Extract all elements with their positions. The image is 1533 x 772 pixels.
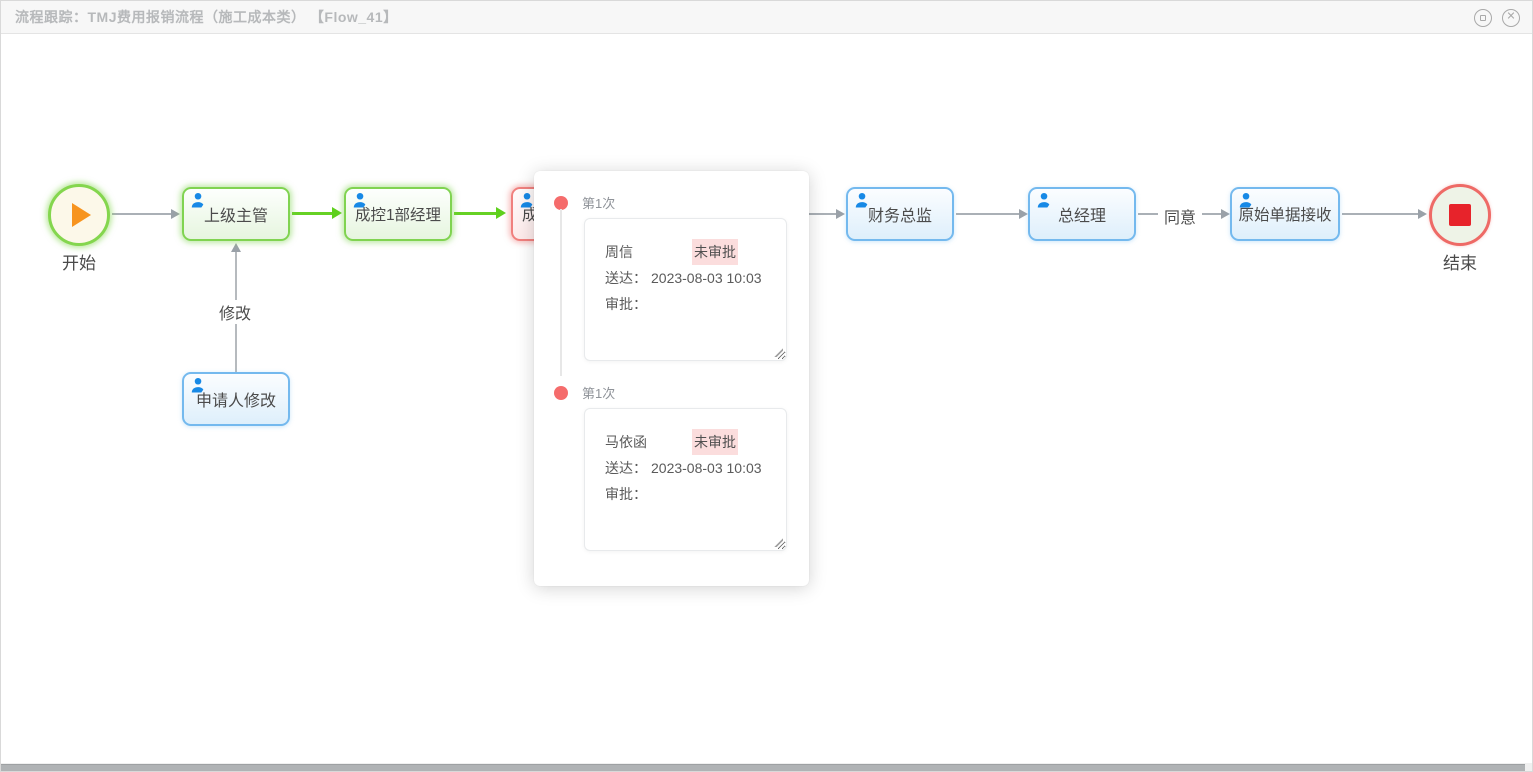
- timeline-dot: [554, 196, 568, 210]
- flow-canvas: 同意 修改 开始 结束 上级主管 成控1部经理 成控2部经理: [1, 35, 1532, 763]
- person-icon: [1237, 192, 1254, 209]
- approval-entry: 第1次 马依函 未审批 送达：2023-08-03 10:03 审批：: [534, 361, 809, 551]
- flow-node-superior[interactable]: 上级主管: [182, 187, 290, 241]
- flow-node-costctrl1[interactable]: 成控1部经理: [344, 187, 452, 241]
- stop-icon: [1449, 204, 1471, 226]
- close-icon: ✕: [1506, 12, 1515, 23]
- flow-node-finance[interactable]: 财务总监: [846, 187, 954, 241]
- flow-node-gm[interactable]: 总经理: [1028, 187, 1136, 241]
- person-icon: [518, 192, 535, 209]
- approval-history-popup: 第1次 周信 未审批 送达：2023-08-03 10:03 审批：: [534, 171, 809, 586]
- end-node[interactable]: [1429, 184, 1491, 246]
- approver-row: 周信 未审批: [605, 239, 786, 265]
- delivered-time: 2023-08-03 10:03: [651, 460, 762, 476]
- edge-start-superior-arrowhead: [171, 209, 180, 219]
- status-badge: 未审批: [692, 429, 738, 455]
- edge-gm-receipt-arrowhead: [1221, 209, 1230, 219]
- person-icon: [853, 192, 870, 209]
- play-icon: [72, 203, 91, 227]
- approve-row: 审批：: [605, 481, 786, 507]
- person-icon: [189, 192, 206, 209]
- approval-entry-header: 第1次: [554, 193, 809, 212]
- round-label: 第1次: [582, 383, 615, 402]
- edge-start-superior: [112, 213, 172, 215]
- edge-superior-costctrl1-arrowhead: [332, 207, 342, 219]
- delivered-row: 送达：2023-08-03 10:03: [605, 455, 786, 481]
- horizontal-scrollbar[interactable]: [1, 763, 1532, 771]
- approve-row: 审批：: [605, 291, 786, 317]
- approver-name: 马依函: [605, 434, 647, 450]
- node-label: 申请人修改: [196, 387, 276, 411]
- person-icon: [189, 377, 206, 394]
- approval-entry-header: 第1次: [554, 383, 809, 402]
- close-button[interactable]: ✕: [1502, 9, 1520, 27]
- edge-costctrl2-finance-arrowhead: [836, 209, 845, 219]
- edge-receipt-end: [1342, 213, 1419, 215]
- node-label: 总经理: [1058, 202, 1106, 226]
- start-node[interactable]: [48, 184, 110, 246]
- status-badge: 未审批: [692, 239, 738, 265]
- resize-handle-icon[interactable]: [772, 346, 783, 357]
- approve-label: 审批：: [605, 296, 647, 312]
- node-label: 财务总监: [868, 202, 932, 226]
- approval-card[interactable]: 周信 未审批 送达：2023-08-03 10:03 审批：: [584, 218, 787, 361]
- delivered-label: 送达：: [605, 460, 647, 476]
- approval-entry: 第1次 周信 未审批 送达：2023-08-03 10:03 审批：: [534, 171, 809, 361]
- edge-costctrl1-costctrl2-arrowhead: [496, 207, 506, 219]
- edge-modify-superior-arrowhead: [231, 243, 241, 252]
- delivered-row: 送达：2023-08-03 10:03: [605, 265, 786, 291]
- node-label: 上级主管: [204, 202, 268, 226]
- person-icon: [351, 192, 368, 209]
- maximize-button[interactable]: [1474, 9, 1492, 27]
- person-icon: [1035, 192, 1052, 209]
- edge-label-agree: 同意: [1158, 204, 1202, 228]
- timeline-dot: [554, 386, 568, 400]
- resize-handle-icon[interactable]: [772, 536, 783, 547]
- edge-finance-gm-arrowhead: [1019, 209, 1028, 219]
- round-label: 第1次: [582, 193, 615, 212]
- maximize-icon: [1480, 15, 1486, 21]
- start-label: 开始: [44, 249, 114, 274]
- flow-node-receipt[interactable]: 原始单据接收: [1230, 187, 1340, 241]
- approval-card[interactable]: 马依函 未审批 送达：2023-08-03 10:03 审批：: [584, 408, 787, 551]
- delivered-label: 送达：: [605, 270, 647, 286]
- edge-finance-gm: [956, 213, 1020, 215]
- horizontal-scrollbar-thumb[interactable]: [1, 764, 1525, 771]
- window-controls: ✕: [1474, 1, 1520, 34]
- approve-label: 审批：: [605, 486, 647, 502]
- timeline-connector: [560, 209, 562, 376]
- approver-row: 马依函 未审批: [605, 429, 786, 455]
- edge-receipt-end-arrowhead: [1418, 209, 1427, 219]
- window-title: 流程跟踪：TMJ费用报销流程（施工成本类） 【Flow_41】: [15, 7, 398, 27]
- end-label: 结束: [1425, 249, 1495, 274]
- edge-costctrl1-costctrl2: [454, 212, 497, 215]
- process-tracking-window: 流程跟踪：TMJ费用报销流程（施工成本类） 【Flow_41】 ✕ 同意 修改: [0, 0, 1533, 772]
- title-bar: 流程跟踪：TMJ费用报销流程（施工成本类） 【Flow_41】 ✕: [1, 1, 1532, 34]
- approver-name: 周信: [605, 244, 633, 260]
- edge-superior-costctrl1: [292, 212, 333, 215]
- edge-label-modify: 修改: [213, 300, 257, 324]
- delivered-time: 2023-08-03 10:03: [651, 270, 762, 286]
- flow-node-modify[interactable]: 申请人修改: [182, 372, 290, 426]
